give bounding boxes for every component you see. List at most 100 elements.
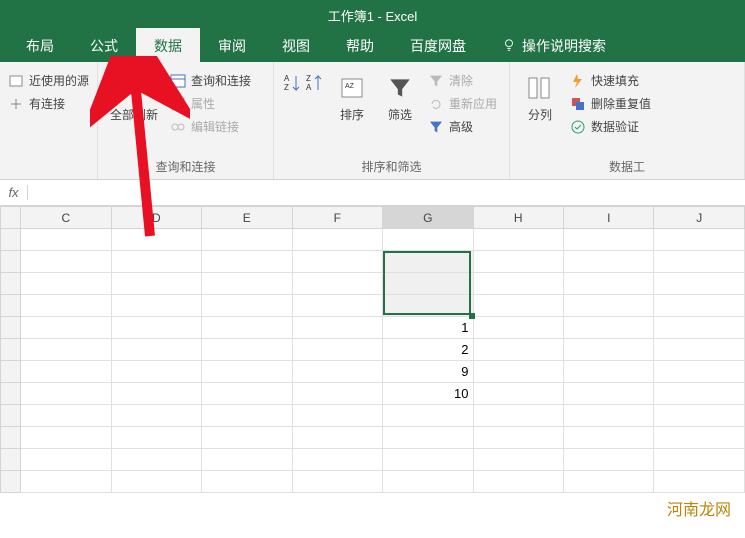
- reapply-button[interactable]: 重新应用: [428, 95, 497, 112]
- cell-F3[interactable]: [292, 273, 382, 295]
- cell-J7[interactable]: [654, 361, 745, 383]
- cell-J12[interactable]: [654, 471, 745, 493]
- cell-C7[interactable]: [21, 361, 111, 383]
- cell-G7[interactable]: 9: [383, 361, 473, 383]
- cell-I5[interactable]: [564, 317, 654, 339]
- cell-I4[interactable]: [564, 295, 654, 317]
- tab-layout[interactable]: 布局: [8, 28, 72, 62]
- cell-C11[interactable]: [21, 449, 111, 471]
- cell-C8[interactable]: [21, 383, 111, 405]
- cell-E2[interactable]: [202, 251, 292, 273]
- cell-C2[interactable]: [21, 251, 111, 273]
- cell-H12[interactable]: [473, 471, 563, 493]
- row-header[interactable]: [1, 449, 21, 471]
- refresh-all-button[interactable]: 全部刷新: [106, 66, 162, 129]
- cell-E4[interactable]: [202, 295, 292, 317]
- cell-E6[interactable]: [202, 339, 292, 361]
- queries-connections-button[interactable]: 查询和连接: [170, 72, 251, 89]
- row-header[interactable]: [1, 251, 21, 273]
- advanced-filter-button[interactable]: 高级: [428, 118, 497, 135]
- cell-J8[interactable]: [654, 383, 745, 405]
- cell-H7[interactable]: [473, 361, 563, 383]
- clear-filter-button[interactable]: 清除: [428, 72, 497, 89]
- cell-G8[interactable]: 10: [383, 383, 473, 405]
- fill-handle[interactable]: [469, 313, 475, 319]
- cell-C12[interactable]: [21, 471, 111, 493]
- col-header-E[interactable]: E: [202, 207, 292, 229]
- cell-D8[interactable]: [111, 383, 201, 405]
- cell-F9[interactable]: [292, 405, 382, 427]
- cell-G4[interactable]: [383, 295, 473, 317]
- cell-E1[interactable]: [202, 229, 292, 251]
- cell-D9[interactable]: [111, 405, 201, 427]
- sort-button[interactable]: AZ 排序: [332, 66, 372, 129]
- cell-H9[interactable]: [473, 405, 563, 427]
- cell-D5[interactable]: [111, 317, 201, 339]
- row-header[interactable]: [1, 273, 21, 295]
- cell-H1[interactable]: [473, 229, 563, 251]
- cell-F2[interactable]: [292, 251, 382, 273]
- cell-I1[interactable]: [564, 229, 654, 251]
- cell-D11[interactable]: [111, 449, 201, 471]
- sort-desc-icon[interactable]: ZA: [304, 72, 324, 99]
- spreadsheet-grid[interactable]: CDEFGHIJ12910: [0, 206, 745, 493]
- cell-I3[interactable]: [564, 273, 654, 295]
- text-to-columns-button[interactable]: 分列: [518, 66, 562, 129]
- cell-G1[interactable]: [383, 229, 473, 251]
- cell-D2[interactable]: [111, 251, 201, 273]
- cell-C10[interactable]: [21, 427, 111, 449]
- cell-J5[interactable]: [654, 317, 745, 339]
- col-header-H[interactable]: H: [473, 207, 563, 229]
- row-header[interactable]: [1, 383, 21, 405]
- tab-formula[interactable]: 公式: [72, 28, 136, 62]
- cell-E8[interactable]: [202, 383, 292, 405]
- cell-G12[interactable]: [383, 471, 473, 493]
- tab-review[interactable]: 审阅: [200, 28, 264, 62]
- row-header[interactable]: [1, 427, 21, 449]
- tab-view[interactable]: 视图: [264, 28, 328, 62]
- col-header-J[interactable]: J: [654, 207, 745, 229]
- cell-H6[interactable]: [473, 339, 563, 361]
- cell-F6[interactable]: [292, 339, 382, 361]
- row-header[interactable]: [1, 405, 21, 427]
- sort-asc-icon[interactable]: AZ: [282, 72, 302, 99]
- cell-E3[interactable]: [202, 273, 292, 295]
- row-header[interactable]: [1, 361, 21, 383]
- cell-E10[interactable]: [202, 427, 292, 449]
- col-header-D[interactable]: D: [111, 207, 201, 229]
- cell-F11[interactable]: [292, 449, 382, 471]
- cell-I9[interactable]: [564, 405, 654, 427]
- row-header[interactable]: [1, 339, 21, 361]
- cell-C1[interactable]: [21, 229, 111, 251]
- cell-H3[interactable]: [473, 273, 563, 295]
- cell-G6[interactable]: 2: [383, 339, 473, 361]
- cell-H2[interactable]: [473, 251, 563, 273]
- cell-G10[interactable]: [383, 427, 473, 449]
- recent-sources-button[interactable]: 近使用的源: [8, 72, 89, 89]
- cell-I12[interactable]: [564, 471, 654, 493]
- cell-E7[interactable]: [202, 361, 292, 383]
- remove-duplicates-button[interactable]: 删除重复值: [570, 95, 651, 112]
- cell-C9[interactable]: [21, 405, 111, 427]
- cell-G11[interactable]: [383, 449, 473, 471]
- cell-I2[interactable]: [564, 251, 654, 273]
- flash-fill-button[interactable]: 快速填充: [570, 72, 651, 89]
- row-header[interactable]: [1, 317, 21, 339]
- existing-connections-button[interactable]: 有连接: [8, 95, 89, 112]
- cell-I7[interactable]: [564, 361, 654, 383]
- cell-D1[interactable]: [111, 229, 201, 251]
- fx-label[interactable]: fx: [0, 185, 28, 200]
- cell-D3[interactable]: [111, 273, 201, 295]
- cell-H11[interactable]: [473, 449, 563, 471]
- cell-J11[interactable]: [654, 449, 745, 471]
- edit-links-button[interactable]: 编辑链接: [170, 118, 251, 135]
- cell-F5[interactable]: [292, 317, 382, 339]
- cell-I10[interactable]: [564, 427, 654, 449]
- formula-input[interactable]: [28, 180, 745, 205]
- cell-H5[interactable]: [473, 317, 563, 339]
- cell-F8[interactable]: [292, 383, 382, 405]
- row-header[interactable]: [1, 471, 21, 493]
- cell-I11[interactable]: [564, 449, 654, 471]
- cell-D12[interactable]: [111, 471, 201, 493]
- cell-F4[interactable]: [292, 295, 382, 317]
